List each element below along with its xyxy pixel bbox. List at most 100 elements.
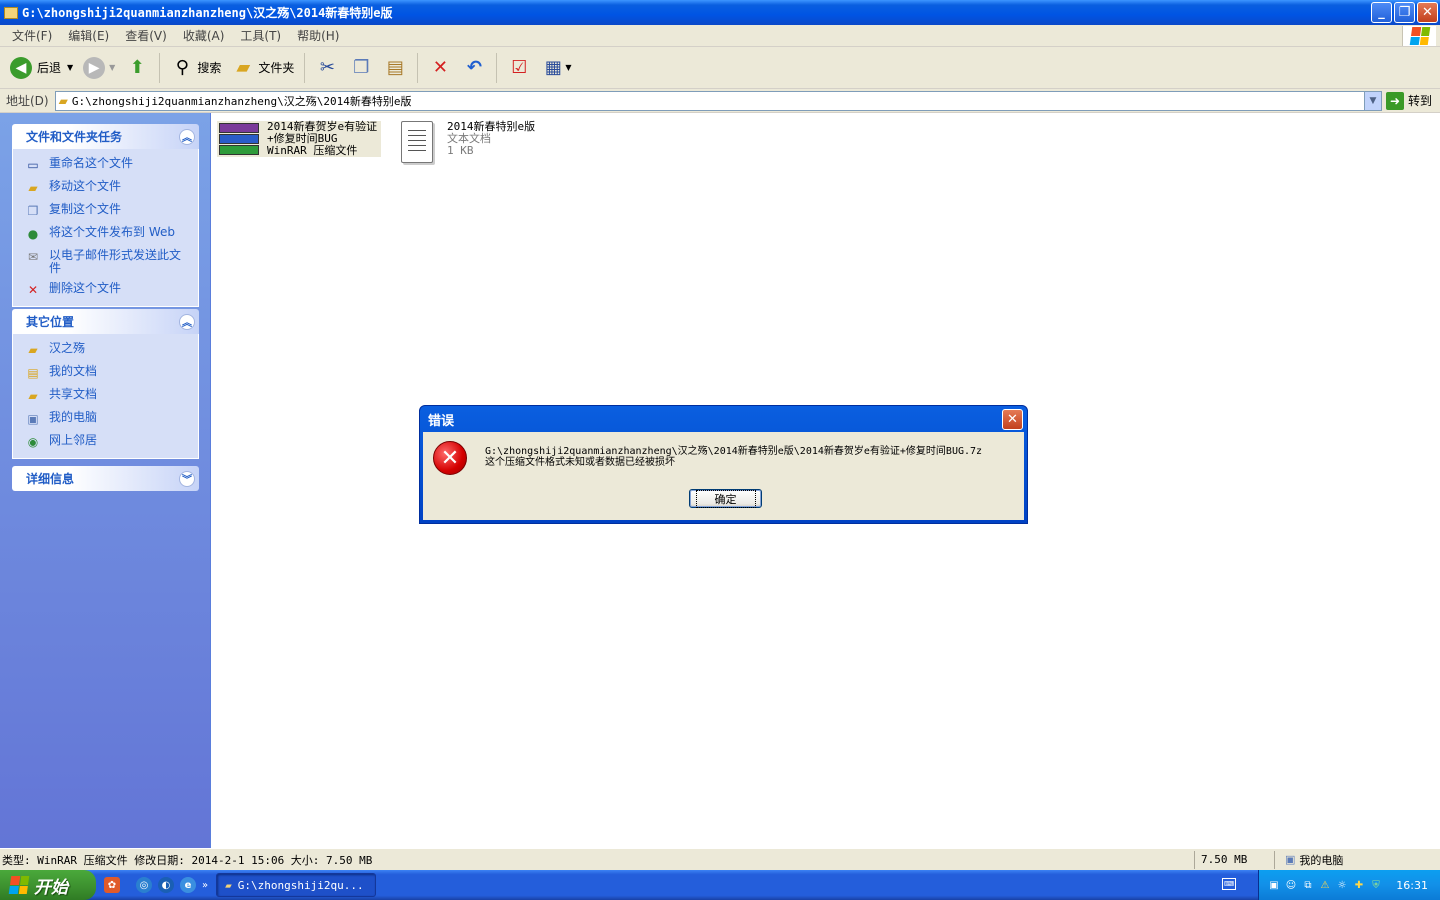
dialog-message-path: G:\zhongshiji2quanmianzhanzheng\汉之殇\2014…: [485, 446, 983, 457]
file-size: 1 KB: [447, 144, 474, 157]
properties-button[interactable]: ☑: [503, 51, 535, 85]
place-shared-documents[interactable]: ▰ 共享文档: [25, 388, 188, 404]
internet-explorer-icon[interactable]: e: [180, 877, 196, 893]
minimize-button[interactable]: _: [1371, 2, 1392, 23]
tray-warning-icon[interactable]: ⚠: [1318, 878, 1332, 892]
quicklaunch-app-icon[interactable]: ✿: [104, 877, 120, 893]
folder-icon: ▰: [225, 878, 232, 892]
go-button[interactable]: ➜ 转到: [1382, 91, 1440, 110]
tray-network-icon[interactable]: ⧉: [1301, 878, 1315, 892]
status-location: ▣ 我的电脑: [1274, 850, 1440, 869]
place-label: 我的文档: [49, 364, 98, 378]
address-input[interactable]: ▰ G:\zhongshiji2quanmianzhanzheng\汉之殇\20…: [54, 90, 1382, 111]
task-move[interactable]: ▰ 移动这个文件: [25, 180, 188, 196]
taskbar-window-label: G:\zhongshiji2qu...: [237, 878, 364, 892]
window-titlebar[interactable]: G:\zhongshiji2quanmianzhanzheng\汉之殇\2014…: [0, 0, 1440, 25]
dialog-close-button[interactable]: ✕: [1002, 408, 1023, 430]
place-my-documents[interactable]: ▤ 我的文档: [25, 365, 188, 381]
task-delete[interactable]: ✕ 删除这个文件: [25, 282, 188, 298]
ok-button[interactable]: 确定: [689, 489, 762, 508]
dropdown-arrow-icon: ▼: [565, 63, 572, 72]
undo-button[interactable]: ↶: [458, 51, 490, 85]
start-button[interactable]: 开始: [0, 870, 96, 900]
tray-shield-icon[interactable]: ⛨: [1369, 878, 1383, 892]
menu-view[interactable]: 查看(V): [117, 27, 175, 44]
menu-help[interactable]: 帮助(H): [289, 27, 347, 44]
other-places-title: 其它位置: [26, 315, 75, 329]
paste-button[interactable]: ▤: [379, 51, 411, 85]
menu-tools[interactable]: 工具(T): [232, 27, 289, 44]
copy-button[interactable]: ❐: [345, 51, 377, 85]
search-icon: ⚲: [175, 57, 189, 78]
file-tasks-header[interactable]: 文件和文件夹任务 ︽: [12, 124, 199, 149]
other-places-header[interactable]: 其它位置 ︽: [12, 309, 199, 334]
file-type: WinRAR 压缩文件: [267, 144, 358, 157]
close-button[interactable]: ✕: [1417, 2, 1438, 23]
tray-qq-icon[interactable]: ☺: [1284, 878, 1298, 892]
tray-add-icon[interactable]: ✚: [1352, 878, 1366, 892]
collapse-icon[interactable]: ︽: [179, 313, 195, 330]
dropdown-arrow-icon[interactable]: ▼: [67, 63, 73, 72]
back-button[interactable]: ◀ 后退 ▼: [6, 51, 77, 85]
delete-button[interactable]: ✕: [424, 51, 456, 85]
menu-edit[interactable]: 编辑(E): [60, 27, 117, 44]
system-tray: ▣ ☺ ⧉ ⚠ ☼ ✚ ⛨ 16:31: [1258, 870, 1440, 900]
dialog-title: 错误: [428, 413, 455, 429]
keyboard-icon[interactable]: ⌨: [1222, 878, 1236, 890]
place-network[interactable]: ◉ 网上邻居: [25, 434, 188, 450]
tray-app-icon[interactable]: ☼: [1335, 878, 1349, 892]
chevron-right-icon[interactable]: »: [202, 880, 208, 891]
text-document-icon: [401, 121, 433, 163]
network-icon: ◉: [27, 434, 39, 449]
file-item-archive[interactable]: 2014新春贺岁e有验证 +修复时间BUG WinRAR 压缩文件: [217, 121, 382, 157]
statusbar: 类型: WinRAR 压缩文件 修改日期: 2014-2-1 15:06 大小:…: [0, 848, 1440, 870]
window-title: G:\zhongshiji2quanmianzhanzheng\汉之殇\2014…: [22, 6, 393, 20]
task-label: 移动这个文件: [49, 179, 122, 193]
clock[interactable]: 16:31: [1396, 879, 1440, 892]
menu-file[interactable]: 文件(F): [4, 27, 60, 44]
expand-icon[interactable]: ︾: [179, 470, 195, 487]
menu-favorites[interactable]: 收藏(A): [175, 27, 233, 44]
other-places-panel: 其它位置 ︽ ▰ 汉之殇 ▤ 我的文档 ▰ 共享文档 ▣ 我的电脑 ◉ 网上邻居: [12, 309, 199, 459]
task-rename[interactable]: ▭ 重命名这个文件: [25, 157, 188, 173]
file-item-text[interactable]: 2014新春特别e版 文本文档 1 KB: [401, 121, 535, 163]
quicklaunch-browser-icon[interactable]: ◎: [136, 877, 152, 893]
task-copy[interactable]: ❐ 复制这个文件: [25, 203, 188, 219]
place-folder[interactable]: ▰ 汉之殇: [25, 342, 188, 358]
collapse-icon[interactable]: ︽: [179, 128, 195, 145]
folder-icon: [4, 6, 18, 19]
task-email[interactable]: ✉ 以电子邮件形式发送此文件: [25, 249, 188, 275]
dialog-titlebar[interactable]: 错误 ✕: [423, 406, 1024, 432]
folder-icon: ▰: [28, 342, 38, 357]
windows-flag-icon: [8, 876, 30, 894]
copy-icon: ❐: [353, 57, 370, 78]
search-button[interactable]: ⚲ 搜索: [166, 51, 225, 85]
forward-button[interactable]: ▶ ▼: [79, 51, 119, 85]
views-button[interactable]: ▦ ▼: [537, 51, 575, 85]
restore-button[interactable]: ❐: [1394, 2, 1415, 23]
taskbar: 开始 ✿ ◎ ◐ e » ▰ G:\zhongshiji2qu... ⌨ ▣ ☺…: [0, 870, 1440, 900]
properties-icon: ☑: [511, 57, 528, 78]
dropdown-arrow-icon[interactable]: ▼: [109, 63, 115, 72]
file-tasks-panel: 文件和文件夹任务 ︽ ▭ 重命名这个文件 ▰ 移动这个文件 ❐ 复制这个文件 ● 将这个…: [12, 124, 199, 307]
folders-button[interactable]: ▰ 文件夹: [227, 51, 298, 85]
folder-icon: ▰: [236, 57, 251, 78]
tray-monitor-icon[interactable]: ▣: [1267, 878, 1281, 892]
details-panel: 详细信息 ︾: [12, 466, 199, 491]
winrar-archive-icon: [217, 121, 261, 157]
task-publish-web[interactable]: ● 将这个文件发布到 Web: [25, 226, 188, 242]
quick-launch: ✿ ◎ ◐ e »: [96, 877, 216, 893]
taskbar-window-button[interactable]: ▰ G:\zhongshiji2qu...: [216, 873, 377, 897]
address-dropdown-icon[interactable]: ▼: [1363, 91, 1381, 110]
views-icon: ▦: [544, 57, 562, 78]
up-folder-button[interactable]: ⬆: [121, 51, 153, 85]
cut-button[interactable]: ✂: [311, 51, 343, 85]
quicklaunch-app2-icon[interactable]: ◐: [158, 877, 174, 893]
undo-icon: ↶: [466, 57, 482, 78]
details-header[interactable]: 详细信息 ︾: [12, 466, 199, 491]
start-label: 开始: [34, 877, 68, 898]
place-my-computer[interactable]: ▣ 我的电脑: [25, 411, 188, 427]
place-label: 汉之殇: [49, 341, 86, 355]
back-label: 后退: [37, 61, 62, 75]
folders-label: 文件夹: [258, 61, 295, 75]
